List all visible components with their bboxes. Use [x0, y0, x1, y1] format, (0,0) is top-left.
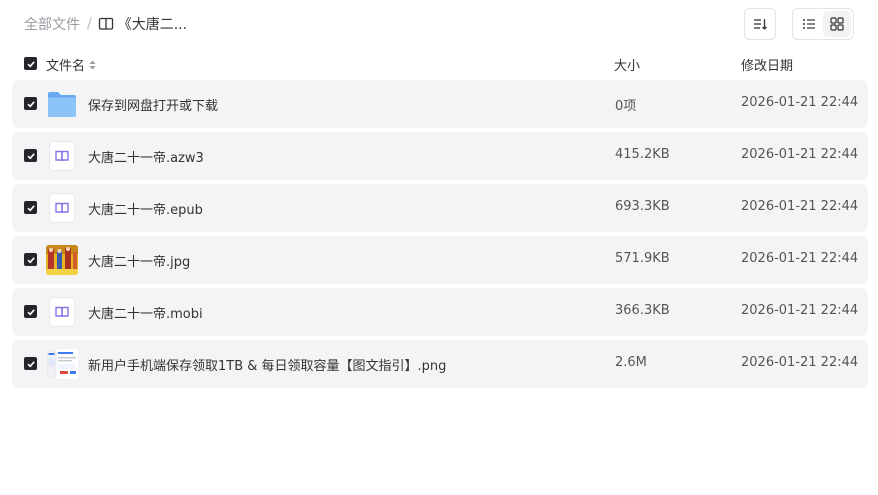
table-row[interactable]: 大唐二十一帝.azw3 415.2KB 2026-01-21 22:44 [12, 132, 868, 180]
breadcrumb-root-link[interactable]: 全部文件 [24, 14, 80, 34]
file-size: 366.3KB [615, 303, 670, 318]
file-size: 571.9KB [615, 251, 670, 266]
file-date: 2026-01-21 22:44 [741, 199, 859, 214]
ebook-icon [46, 141, 78, 171]
file-date: 2026-01-21 22:44 [741, 95, 859, 110]
file-date: 2026-01-21 22:44 [741, 251, 859, 266]
check-icon [26, 308, 35, 315]
file-size: 2.6M [615, 355, 647, 370]
file-name[interactable]: 大唐二十一帝.jpg [88, 251, 190, 270]
list-view-icon [803, 19, 815, 29]
file-date: 2026-01-21 22:44 [741, 355, 859, 370]
sort-button[interactable] [744, 8, 776, 40]
sort-lines-icon [754, 19, 767, 30]
view-toggle [792, 8, 854, 40]
breadcrumb-separator: / [87, 16, 92, 32]
column-header-size[interactable]: 大小 [614, 55, 640, 74]
breadcrumb-current: 《大唐二... [117, 17, 188, 33]
grid-view-button[interactable] [823, 11, 851, 37]
image-thumbnail [46, 245, 78, 275]
check-icon [26, 100, 35, 107]
file-date: 2026-01-21 22:44 [741, 147, 859, 162]
grid-view-icon [830, 17, 844, 31]
folder-icon [46, 89, 78, 119]
row-checkbox[interactable] [24, 253, 37, 266]
check-icon [26, 204, 35, 211]
file-name[interactable]: 大唐二十一帝.mobi [88, 303, 203, 322]
book-icon [98, 16, 114, 32]
breadcrumb: 全部文件 / 《大唐二... [24, 14, 187, 34]
check-icon [26, 360, 35, 367]
file-name[interactable]: 保存到网盘打开或下载 [88, 95, 218, 114]
check-icon [26, 256, 35, 263]
file-date: 2026-01-21 22:44 [741, 303, 859, 318]
row-checkbox[interactable] [24, 201, 37, 214]
table-row[interactable]: 大唐二十一帝.mobi 366.3KB 2026-01-21 22:44 [12, 288, 868, 336]
table-row[interactable]: 大唐二十一帝.epub 693.3KB 2026-01-21 22:44 [12, 184, 868, 232]
list-view-button[interactable] [795, 11, 823, 37]
check-icon [26, 60, 35, 67]
file-name[interactable]: 大唐二十一帝.epub [88, 199, 203, 218]
file-size: 693.3KB [615, 199, 670, 214]
select-all-checkbox[interactable] [24, 57, 37, 70]
check-icon [26, 152, 35, 159]
sort-arrows-icon [89, 60, 96, 70]
column-header-name[interactable]: 文件名 [46, 55, 96, 74]
file-name[interactable]: 新用户手机端保存领取1TB & 每日领取容量【图文指引】.png [88, 355, 446, 374]
column-name-label: 文件名 [46, 59, 86, 74]
ebook-icon [46, 297, 78, 327]
top-bar: 全部文件 / 《大唐二... [0, 0, 878, 48]
column-header-date[interactable]: 修改日期 [741, 55, 793, 74]
table-row[interactable]: 保存到网盘打开或下载 0项 2026-01-21 22:44 [12, 80, 868, 128]
row-checkbox[interactable] [24, 305, 37, 318]
row-checkbox[interactable] [24, 97, 37, 110]
screenshot-thumbnail [46, 349, 78, 379]
ebook-icon [46, 193, 78, 223]
table-header: 文件名 大小 修改日期 [0, 52, 878, 76]
table-row[interactable]: 新用户手机端保存领取1TB & 每日领取容量【图文指引】.png 2.6M 20… [12, 340, 868, 388]
file-size: 0项 [615, 99, 637, 114]
row-checkbox[interactable] [24, 357, 37, 370]
file-size: 415.2KB [615, 147, 670, 162]
file-list: 保存到网盘打开或下载 0项 2026-01-21 22:44 大唐二十一帝.az… [12, 80, 868, 392]
row-checkbox[interactable] [24, 149, 37, 162]
file-name[interactable]: 大唐二十一帝.azw3 [88, 147, 204, 166]
table-row[interactable]: 大唐二十一帝.jpg 571.9KB 2026-01-21 22:44 [12, 236, 868, 284]
